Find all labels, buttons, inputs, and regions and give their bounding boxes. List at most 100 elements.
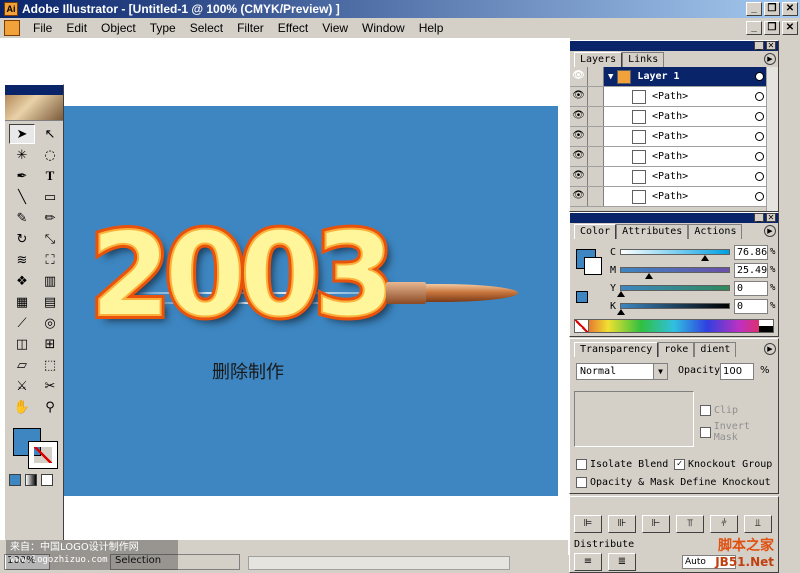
menu-edit[interactable]: Edit [59,21,94,35]
path-row[interactable]: 👁 <Path> [570,107,778,127]
target-circle-icon[interactable] [755,132,764,141]
none-mode-button[interactable] [41,474,53,486]
tab-attributes[interactable]: Attributes [616,224,689,239]
lock-toggle[interactable] [588,67,604,86]
panel-close-button[interactable]: ✕ [766,41,776,50]
path-name[interactable]: <Path> [652,191,688,202]
yellow-slider[interactable] [617,285,730,297]
panel-close-button[interactable]: ✕ [766,213,776,222]
dropdown-arrow-icon[interactable]: ▼ [653,364,667,379]
panel-menu-arrow-icon[interactable]: ▶ [764,225,776,237]
menu-object[interactable]: Object [94,21,143,35]
stroke-swatch[interactable] [28,441,58,469]
panel-minimize-button[interactable]: _ [754,213,764,222]
artwork-text-fill[interactable]: 2003 [89,217,396,335]
panel-menu-arrow-icon[interactable]: ▶ [764,343,776,355]
direct-selection-tool-icon[interactable]: ↖ [37,124,63,144]
menu-view[interactable]: View [315,21,355,35]
zoom-tool-icon[interactable]: ⚲ [37,397,63,417]
column-graph-tool-icon[interactable]: ▥ [37,271,63,291]
slice-tool-icon[interactable]: ◫ [9,334,35,354]
tab-color[interactable]: Color [574,224,617,239]
menu-help[interactable]: Help [412,21,451,35]
tab-layers[interactable]: Layers [574,52,623,67]
path-row[interactable]: 👁 <Path> [570,187,778,207]
visibility-eye-icon[interactable]: 👁 [570,67,588,86]
horizontal-scrollbar[interactable] [248,556,510,570]
align-hcenter-button[interactable]: ⊪ [608,515,636,533]
gradient-tool-icon[interactable]: ▤ [37,292,63,312]
doc-restore-button[interactable]: ❐ [764,21,780,35]
opacity-mask-knockout-option[interactable]: Opacity & Mask Define Knockout [576,477,771,488]
magenta-slider[interactable] [620,267,730,279]
lock-toggle[interactable] [588,127,604,146]
color-panel-title-bar[interactable]: _ ✕ [570,213,778,223]
reshape-tool-icon[interactable]: ⬚ [37,355,63,375]
target-circle-icon[interactable] [755,192,764,201]
selection-tool-icon[interactable]: ➤ [9,124,35,144]
expand-triangle-icon[interactable]: ▼ [608,72,613,82]
minimize-button[interactable]: _ [746,2,762,16]
last-color-swatch[interactable] [576,291,588,303]
align-top-button[interactable]: ⫪ [676,515,704,533]
shear-tool-icon[interactable]: ▱ [9,355,35,375]
visibility-eye-icon[interactable]: 👁 [570,107,588,126]
panel-minimize-button[interactable]: _ [754,41,764,50]
blend-mode-select[interactable]: Normal ▼ [576,363,668,380]
rotate-tool-icon[interactable]: ↻ [9,229,35,249]
visibility-eye-icon[interactable]: 👁 [570,127,588,146]
doc-close-button[interactable]: ✕ [782,21,798,35]
color-spectrum-bar[interactable] [574,319,774,333]
close-button[interactable]: ✕ [782,2,798,16]
target-circle-icon[interactable] [755,172,764,181]
layers-panel-title-bar[interactable]: _ ✕ [570,41,778,51]
align-right-button[interactable]: ⊩ [642,515,670,533]
warp-tool-icon[interactable]: ≋ [9,250,35,270]
none-color-box[interactable] [575,320,589,332]
align-vcenter-button[interactable]: ⫩ [710,515,738,533]
black-slider-thumb[interactable] [617,309,625,315]
tab-gradient[interactable]: dient [694,342,737,357]
menu-effect[interactable]: Effect [271,21,315,35]
magenta-value-field[interactable]: 25.49 [734,262,768,278]
rectangle-tool-icon[interactable]: ▭ [37,187,63,207]
path-name[interactable]: <Path> [652,91,688,102]
target-circle-icon[interactable] [755,152,764,161]
lock-toggle[interactable] [588,107,604,126]
align-bottom-button[interactable]: ⫫ [744,515,772,533]
slice-select-tool-icon[interactable]: ⊞ [37,334,63,354]
black-slider[interactable] [617,303,730,315]
lock-toggle[interactable] [588,187,604,206]
scale-tool-icon[interactable]: ⤡ [37,229,63,249]
path-row[interactable]: 👁 <Path> [570,147,778,167]
target-circle-icon[interactable] [755,112,764,121]
bullet-casing-graphic[interactable] [386,282,426,304]
path-row[interactable]: 👁 <Path> [570,87,778,107]
paintbrush-tool-icon[interactable]: ✎ [9,208,35,228]
line-tool-icon[interactable]: ╲ [9,187,35,207]
align-left-button[interactable]: ⊫ [574,515,602,533]
black-white-box[interactable] [759,320,773,332]
cyan-value-field[interactable]: 76.86 [734,244,768,260]
isolate-blending-option[interactable]: Isolate Blend [576,459,668,470]
tab-actions[interactable]: Actions [688,224,743,239]
document-icon[interactable] [4,20,20,36]
path-row[interactable]: 👁 <Path> [570,127,778,147]
document-workspace[interactable]: 2003 2003 删除制作 [0,38,570,555]
lasso-tool-icon[interactable]: ◌ [37,145,63,165]
visibility-eye-icon[interactable]: 👁 [570,167,588,186]
pen-tool-icon[interactable]: ✒ [9,166,35,186]
toolbox-title-bar[interactable] [5,85,63,95]
symbol-sprayer-tool-icon[interactable]: ❖ [9,271,35,291]
visibility-eye-icon[interactable]: 👁 [570,147,588,166]
layer-name[interactable]: Layer 1 [637,71,679,82]
hand-tool-icon[interactable]: ✋ [9,397,35,417]
opacity-field[interactable]: 100 [720,363,754,380]
free-transform-tool-icon[interactable]: ⛶ [37,250,63,270]
target-circle-icon[interactable] [755,92,764,101]
pencil-tool-icon[interactable]: ✏ [37,208,63,228]
panel-menu-arrow-icon[interactable]: ▶ [764,53,776,65]
path-name[interactable]: <Path> [652,151,688,162]
visibility-eye-icon[interactable]: 👁 [570,87,588,106]
scissors-tool-icon[interactable]: ✂ [37,376,63,396]
